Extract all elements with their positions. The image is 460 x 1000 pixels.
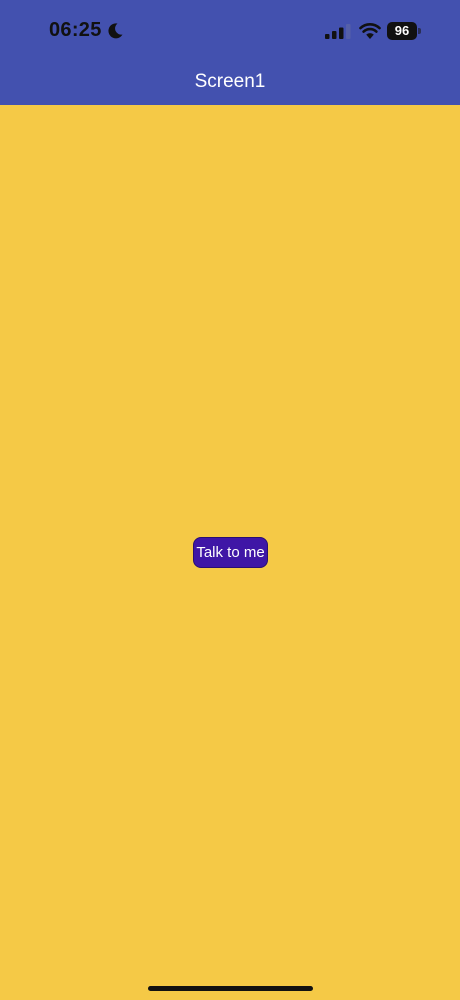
- home-indicator[interactable]: [148, 986, 313, 991]
- moon-icon: [108, 23, 123, 39]
- screen-title: Screen1: [194, 71, 266, 92]
- battery-tip: [418, 28, 421, 34]
- cellular-signal-icon: [325, 24, 351, 39]
- battery-icon: 96: [387, 22, 421, 40]
- status-time: 06:25: [49, 19, 102, 41]
- battery-level: 96: [387, 22, 417, 40]
- wifi-icon: [359, 23, 381, 39]
- status-bar: 06:25 96: [0, 0, 460, 62]
- talk-to-me-button[interactable]: Talk to me: [193, 537, 268, 568]
- app-header: 06:25 96 Screen1: [0, 0, 460, 105]
